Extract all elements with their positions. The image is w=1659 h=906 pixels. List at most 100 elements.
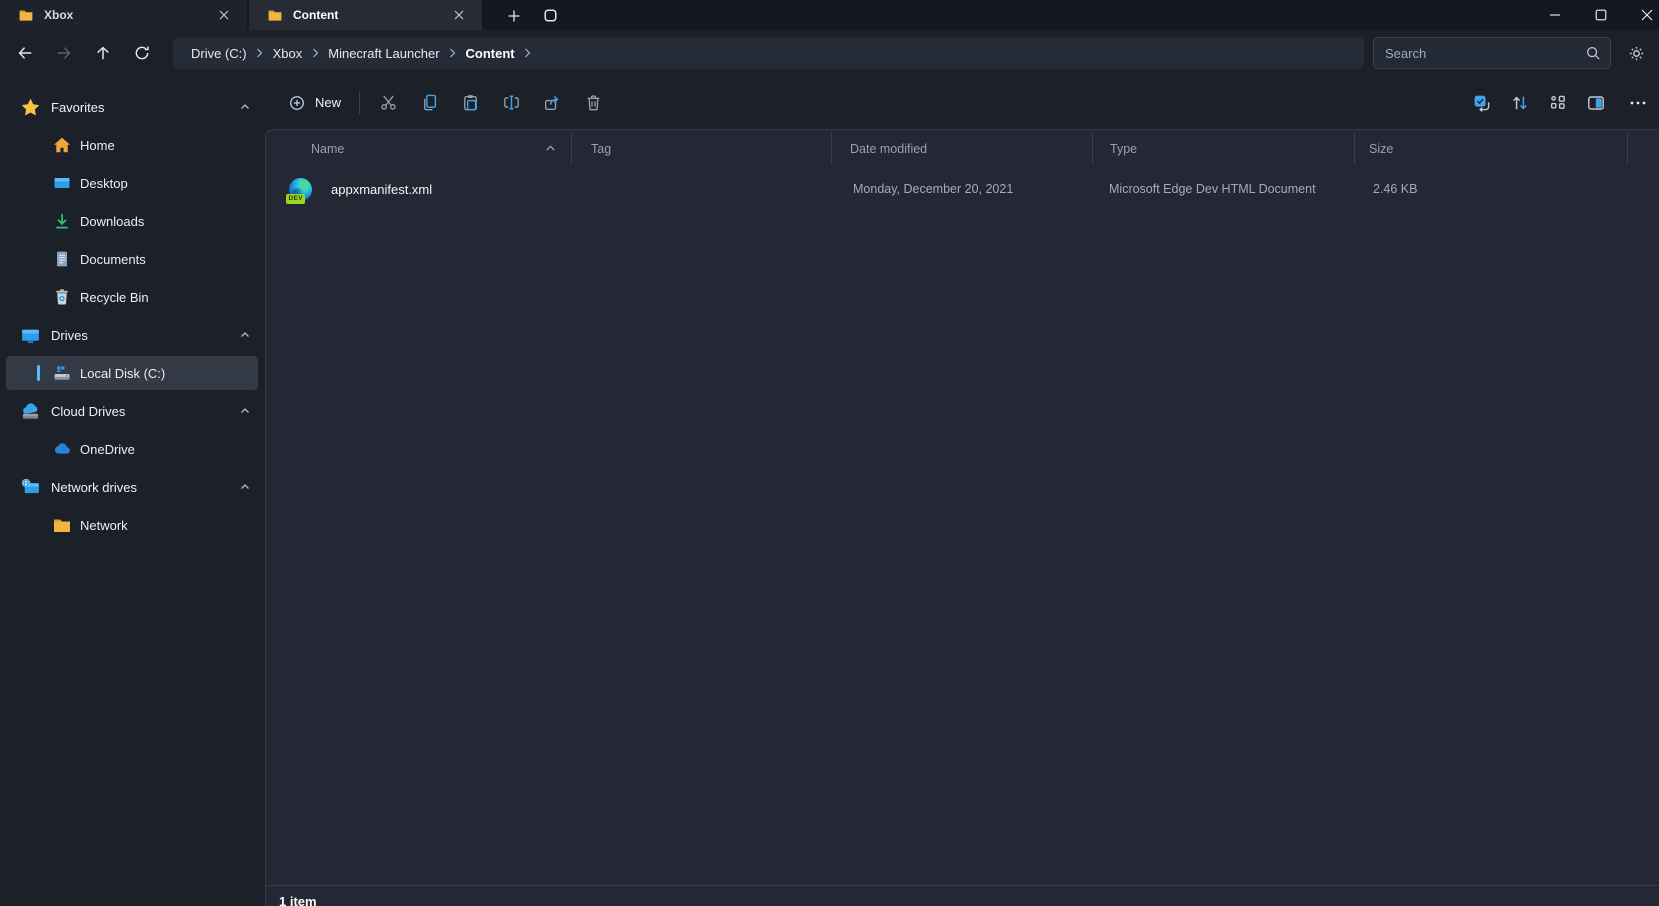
chevron-right-icon[interactable]	[252, 43, 268, 63]
chevron-right-icon[interactable]	[520, 43, 536, 63]
chevron-up-icon[interactable]	[239, 101, 251, 113]
file-row-appxmanifest[interactable]: DEV appxmanifest.xml Monday, December 20…	[266, 168, 1659, 210]
refresh-icon	[133, 44, 151, 62]
share-button[interactable]	[534, 85, 570, 121]
edge-dev-file-icon: DEV	[286, 177, 312, 204]
column-header-size[interactable]: Size	[1354, 130, 1628, 168]
minimize-button[interactable]	[1532, 0, 1578, 30]
maximize-icon	[1595, 9, 1607, 21]
sidebar-item-label: Recycle Bin	[80, 289, 149, 305]
folder-icon	[267, 7, 283, 23]
toolbar-divider	[359, 91, 361, 114]
tab-xbox[interactable]: Xbox	[0, 0, 247, 30]
chevron-right-icon[interactable]	[307, 43, 323, 63]
status-bar: 1 item	[266, 885, 1659, 906]
breadcrumb-segment[interactable]: Xbox	[268, 43, 308, 64]
chevron-up-icon[interactable]	[239, 329, 251, 341]
column-header-label: Date modified	[850, 142, 928, 156]
back-button[interactable]	[7, 36, 43, 70]
navigation-bar: Drive (C:) Xbox Minecraft Launcher Conte…	[0, 30, 1659, 76]
up-button[interactable]	[85, 36, 121, 70]
details-pane-icon	[1586, 93, 1606, 113]
column-header-tag[interactable]: Tag	[571, 130, 831, 168]
sidebar-section-favorites[interactable]: Favorites	[0, 90, 265, 124]
sort-ascending-icon	[544, 142, 557, 155]
circle-plus-icon	[288, 94, 306, 112]
chevron-up-icon[interactable]	[239, 481, 251, 493]
sidebar-section-cloud-drives[interactable]: Cloud Drives	[0, 394, 265, 428]
onedrive-icon	[52, 439, 72, 459]
refresh-button[interactable]	[124, 36, 160, 70]
home-icon	[52, 135, 72, 155]
sidebar-item-local-disk-c[interactable]: Local Disk (C:)	[6, 356, 258, 390]
file-list-empty-area[interactable]	[266, 210, 1659, 885]
more-options-button[interactable]	[1623, 85, 1653, 121]
close-tab-icon[interactable]	[215, 6, 233, 24]
sidebar-section-label: Favorites	[51, 99, 105, 115]
sidebar-item-label: Downloads	[80, 213, 145, 229]
search-icon[interactable]	[1585, 45, 1601, 61]
delete-button[interactable]	[575, 85, 611, 121]
ellipsis-icon	[1628, 93, 1648, 113]
column-header-spacer	[1628, 130, 1659, 168]
sidebar-item-label: Documents	[80, 251, 146, 267]
file-size: 2.46 KB	[1373, 182, 1418, 196]
close-icon	[1641, 9, 1653, 21]
settings-button[interactable]	[1619, 36, 1653, 70]
tab-actions-button[interactable]	[536, 1, 564, 30]
folder-icon	[18, 7, 34, 23]
maximize-button[interactable]	[1578, 0, 1624, 30]
sidebar-section-network-drives[interactable]: Network drives	[0, 470, 265, 504]
monitor-icon	[52, 173, 72, 193]
sidebar-item-onedrive[interactable]: OneDrive	[6, 432, 258, 466]
folder-icon	[52, 515, 72, 535]
tab-content[interactable]: Content	[249, 0, 482, 30]
sort-button[interactable]	[1505, 85, 1535, 121]
sidebar-item-downloads[interactable]: Downloads	[6, 204, 258, 238]
search-input[interactable]	[1385, 45, 1585, 61]
layout-button[interactable]	[1543, 85, 1573, 121]
scissors-icon	[379, 93, 398, 112]
trash-icon	[584, 93, 603, 112]
sidebar-section-drives[interactable]: Drives	[0, 318, 265, 352]
chevron-right-icon[interactable]	[445, 43, 461, 63]
chevron-up-icon[interactable]	[239, 405, 251, 417]
paste-button[interactable]	[452, 85, 488, 121]
sidebar-item-label: Local Disk (C:)	[80, 365, 166, 381]
column-header-name[interactable]: Name	[266, 130, 571, 168]
clipboard-icon	[461, 93, 480, 112]
copy-button[interactable]	[411, 85, 447, 121]
sidebar-item-recycle-bin[interactable]: Recycle Bin	[6, 280, 258, 314]
share-icon	[543, 93, 562, 112]
column-header-label: Type	[1110, 142, 1138, 156]
sidebar-item-network[interactable]: Network	[6, 508, 258, 542]
cloud-drive-icon	[20, 401, 41, 422]
column-header-type[interactable]: Type	[1092, 130, 1354, 168]
multiselect-toggle-button[interactable]	[1467, 85, 1497, 121]
rename-button[interactable]	[493, 85, 529, 121]
column-header-row: Name Tag Date modified Type Size	[266, 130, 1659, 168]
close-button[interactable]	[1624, 0, 1659, 30]
file-date-modified: Monday, December 20, 2021	[853, 182, 1014, 196]
multiselect-icon	[1472, 93, 1492, 113]
cut-button[interactable]	[370, 85, 406, 121]
column-header-date-modified[interactable]: Date modified	[831, 130, 1092, 168]
file-type: Microsoft Edge Dev HTML Document	[1109, 182, 1316, 196]
close-tab-icon[interactable]	[450, 6, 468, 24]
breadcrumb[interactable]: Drive (C:) Xbox Minecraft Launcher Conte…	[173, 37, 1364, 69]
sidebar-item-desktop[interactable]: Desktop	[6, 166, 258, 200]
details-pane-button[interactable]	[1581, 85, 1611, 121]
breadcrumb-segment[interactable]: Drive (C:)	[186, 43, 252, 64]
layout-grid-icon	[1548, 93, 1568, 113]
selection-accent-bar	[37, 365, 40, 381]
breadcrumb-segment-current[interactable]: Content	[461, 43, 520, 64]
item-count: 1 item	[279, 894, 317, 906]
network-drives-icon	[20, 477, 41, 498]
forward-button[interactable]	[46, 36, 82, 70]
sidebar-item-label: Network	[80, 517, 128, 533]
new-tab-button[interactable]	[500, 1, 528, 30]
new-button[interactable]: New	[278, 85, 353, 121]
sidebar-item-home[interactable]: Home	[6, 128, 258, 162]
sidebar-item-documents[interactable]: Documents	[6, 242, 258, 276]
breadcrumb-segment[interactable]: Minecraft Launcher	[323, 43, 444, 64]
